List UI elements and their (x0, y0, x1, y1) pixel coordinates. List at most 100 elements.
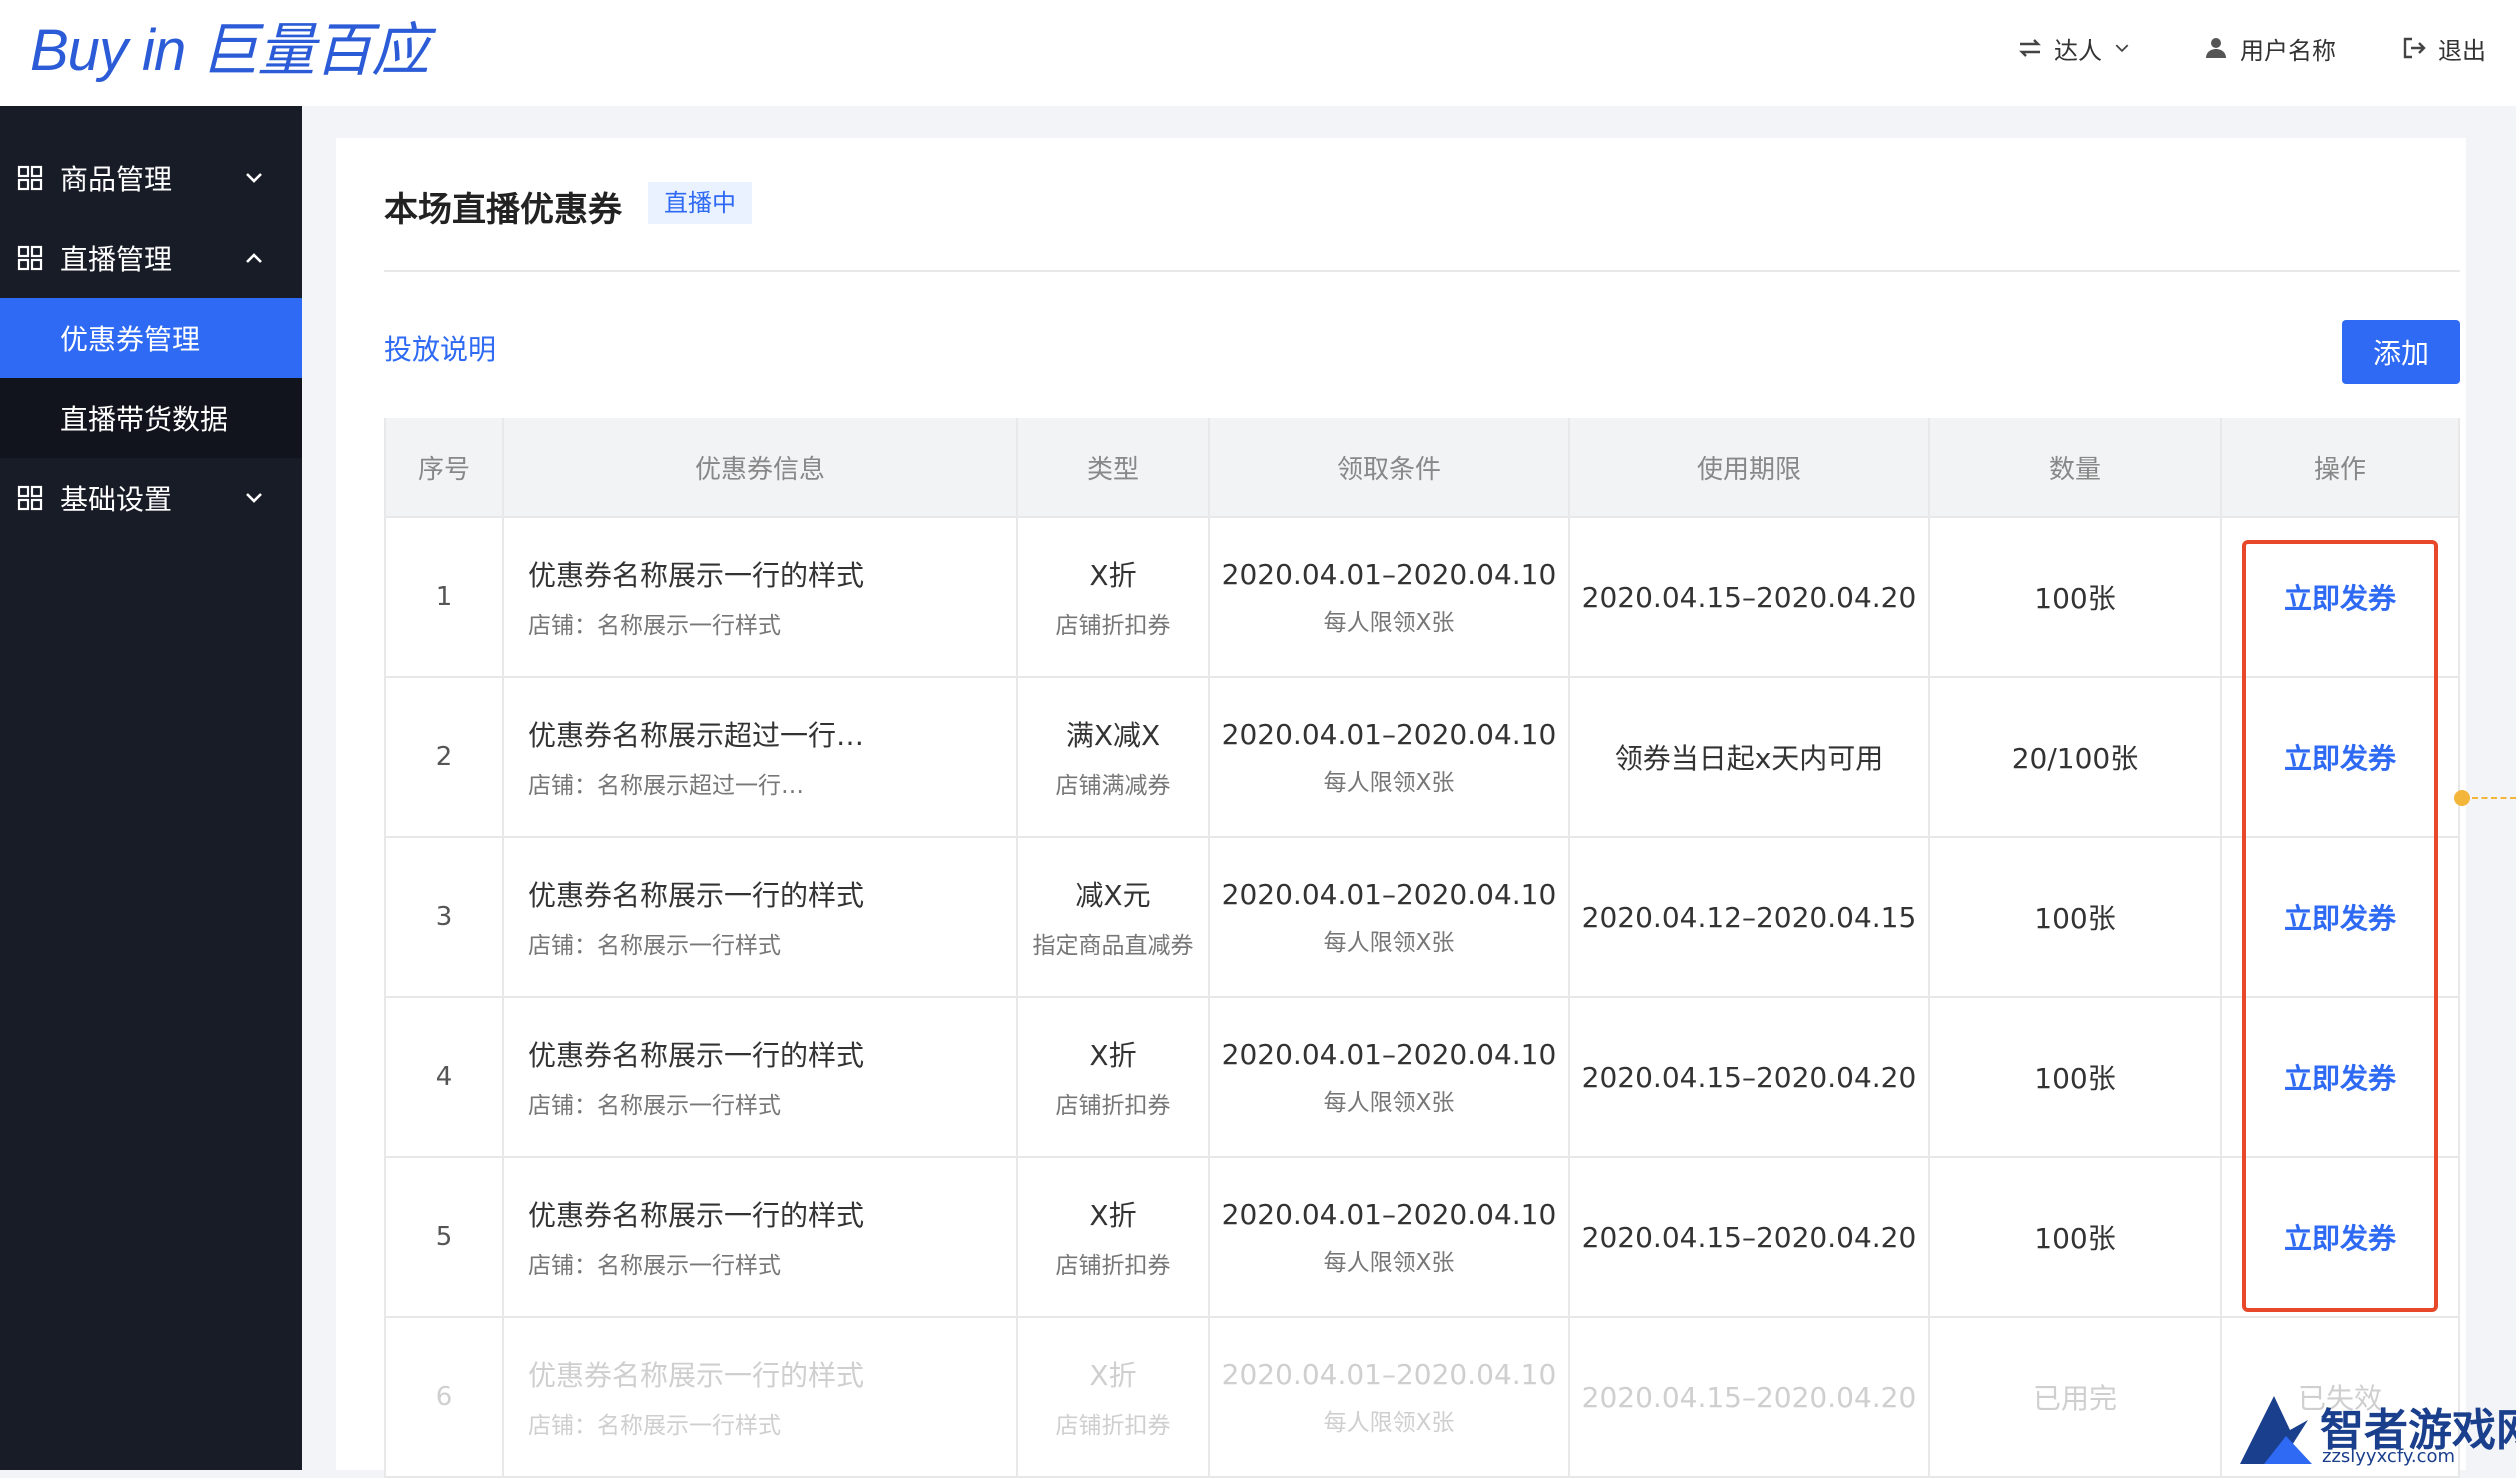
coupon-type: X折 (1089, 1199, 1137, 1232)
coupon-type: X折 (1089, 1359, 1137, 1392)
logo[interactable]: Buy in 巨量百应 (30, 16, 429, 86)
condition-cell: 2020.04.01–2020.04.10 每人限领X张 (1210, 998, 1570, 1156)
sidebar-item-live[interactable]: 直播管理 (0, 218, 302, 298)
coupon-info-cell: 优惠券名称展示一行的样式 店铺：名称展示一行样式 (504, 838, 1018, 996)
type-cell: X折 店铺折扣券 (1018, 518, 1210, 676)
table-header: 序号 优惠券信息 类型 领取条件 使用期限 数量 操作 (384, 418, 2460, 518)
sidebar-item-live-sales-data[interactable]: 直播带货数据 (0, 378, 302, 458)
condition-cell: 2020.04.01–2020.04.10 每人限领X张 (1210, 1318, 1570, 1476)
usage-period: 2020.04.15–2020.04.20 (1581, 580, 1917, 614)
row-number-cell: 4 (384, 998, 504, 1156)
sidebar: 商品管理 直播管理 优惠券管理 直播带货数据 基础设置 (0, 106, 302, 1470)
quantity: 100张 (2034, 1222, 2116, 1255)
logout-label: 退出 (2438, 36, 2486, 65)
chevron-down-icon (2115, 44, 2129, 53)
claim-limit: 每人限领X张 (1323, 929, 1455, 956)
row-number-cell: 3 (384, 838, 504, 996)
quantity-cell: 100张 (1930, 838, 2222, 996)
sidebar-item-label: 优惠券管理 (60, 323, 201, 356)
coupon-type: 满X减X (1065, 719, 1161, 752)
page-title: 本场直播优惠券 (384, 190, 622, 230)
row-number-cell: 2 (384, 678, 504, 836)
column-header: 使用期限 (1570, 418, 1930, 516)
role-switch[interactable]: 达人 (2016, 28, 2132, 68)
highlight-box (2242, 540, 2438, 1312)
period-cell: 领券当日起x天内可用 (1570, 678, 1930, 836)
usage-period: 领券当日起x天内可用 (1614, 742, 1884, 775)
row-number-cell: 1 (384, 518, 504, 676)
grid-icon (17, 165, 43, 191)
condition-cell: 2020.04.01–2020.04.10 每人限领X张 (1210, 678, 1570, 836)
coupon-info-cell: 优惠券名称展示超过一行… 店铺：名称展示超过一行… (504, 678, 1018, 836)
period-cell: 2020.04.12–2020.04.15 (1570, 838, 1930, 996)
claim-limit: 每人限领X张 (1323, 609, 1455, 636)
quantity-cell: 100张 (1930, 1158, 2222, 1316)
claim-period: 2020.04.01–2020.04.10 (1221, 557, 1557, 591)
table-row: 5 优惠券名称展示一行的样式 店铺：名称展示一行样式 X折店铺折扣券 2020.04.0… (384, 1158, 2460, 1318)
coupon-type-sub: 店铺折扣券 (1055, 1253, 1171, 1279)
coupon-name: 优惠券名称展示一行的样式 (528, 879, 865, 912)
claim-period: 2020.04.01–2020.04.10 (1221, 717, 1557, 751)
column-header: 类型 (1018, 418, 1210, 516)
coupon-type-sub: 指定商品直减券 (1032, 933, 1194, 959)
coupon-info-cell: 优惠券名称展示一行的样式 店铺：名称展示一行样式 (504, 1158, 1018, 1316)
claim-period: 2020.04.01–2020.04.10 (1221, 1357, 1557, 1391)
quantity-cell: 20/100张 (1930, 678, 2222, 836)
period-cell: 2020.04.15–2020.04.20 (1570, 518, 1930, 676)
condition-cell: 2020.04.01–2020.04.10 每人限领X张 (1210, 1158, 1570, 1316)
type-cell: 减X元 指定商品直减券 (1018, 838, 1210, 996)
chevron-up-icon (246, 253, 262, 263)
row-number: 2 (435, 742, 453, 772)
coupon-name: 优惠券名称展示一行的样式 (528, 1359, 865, 1392)
top-header: Buy in 巨量百应 达人 用户名称 退出 (0, 0, 2516, 106)
quantity: 100张 (2034, 902, 2116, 935)
sidebar-item-coupon-management[interactable]: 优惠券管理 (0, 298, 302, 378)
table-row: 3 优惠券名称展示一行的样式 店铺：名称展示一行样式 减X元 指定商品直减券 2020.0… (384, 838, 2460, 998)
column-header: 序号 (384, 418, 504, 516)
type-cell: X折 店铺折扣券 (1018, 1318, 1210, 1476)
add-button[interactable]: 添加 (2342, 320, 2460, 384)
row-number: 4 (435, 1062, 453, 1092)
grid-icon (17, 245, 43, 271)
row-number: 5 (435, 1222, 453, 1252)
annotation-dot (2454, 790, 2470, 806)
table-row: 2 优惠券名称展示超过一行… 店铺：名称展示超过一行… 满X减X 店铺满减券 2020.0… (384, 678, 2460, 838)
table-row: 6 优惠券名称展示一行的样式 店铺：名称展示一行样式 X折 店铺折扣券 2020.04.0… (384, 1318, 2460, 1478)
watermark-url: zzslyyxcfy.com (2322, 1446, 2456, 1467)
claim-limit: 每人限领X张 (1323, 769, 1455, 796)
sidebar-item-goods[interactable]: 商品管理 (0, 138, 302, 218)
user-icon (2206, 38, 2226, 58)
usage-period: 2020.04.15–2020.04.20 (1581, 1060, 1917, 1094)
sidebar-item-label: 直播带货数据 (60, 403, 229, 436)
period-cell: 2020.04.15–2020.04.20 (1570, 1318, 1930, 1476)
row-number: 1 (435, 582, 453, 612)
claim-limit: 每人限领X张 (1323, 1409, 1455, 1436)
user-menu[interactable]: 用户名称 (2202, 28, 2336, 68)
condition-cell: 2020.04.01–2020.04.10 每人限领X张 (1210, 838, 1570, 996)
type-cell: 满X减X 店铺满减券 (1018, 678, 1210, 836)
coupon-type: X折 (1089, 1039, 1137, 1072)
column-header: 领取条件 (1210, 418, 1570, 516)
quantity: 100张 (2034, 582, 2116, 615)
sidebar-item-label: 直播管理 (60, 243, 173, 276)
coupon-info-cell: 优惠券名称展示一行的样式 店铺：名称展示一行样式 (504, 518, 1018, 676)
usage-period: 2020.04.15–2020.04.20 (1581, 1380, 1917, 1414)
coupon-name: 优惠券名称展示一行的样式 (528, 1039, 865, 1072)
period-cell: 2020.04.15–2020.04.20 (1570, 998, 1930, 1156)
coupon-type: X折 (1089, 559, 1137, 592)
column-header: 操作 (2222, 418, 2460, 516)
row-number-cell: 5 (384, 1158, 504, 1316)
intro-link[interactable]: 投放说明 (384, 328, 496, 368)
status-badge: 直播中 (648, 182, 752, 224)
claim-period: 2020.04.01–2020.04.10 (1221, 877, 1557, 911)
sidebar-item-settings[interactable]: 基础设置 (0, 458, 302, 538)
chevron-down-icon (246, 173, 262, 183)
coupon-name: 优惠券名称展示超过一行… (528, 719, 865, 752)
logout-button[interactable]: 退出 (2400, 28, 2486, 68)
usage-period: 2020.04.12–2020.04.15 (1581, 900, 1917, 934)
row-number-cell: 6 (384, 1318, 504, 1476)
divider (384, 270, 2460, 272)
coupon-info-cell: 优惠券名称展示一行的样式 店铺：名称展示一行样式 (504, 1318, 1018, 1476)
grid-icon (17, 485, 43, 511)
username: 用户名称 (2240, 36, 2336, 65)
